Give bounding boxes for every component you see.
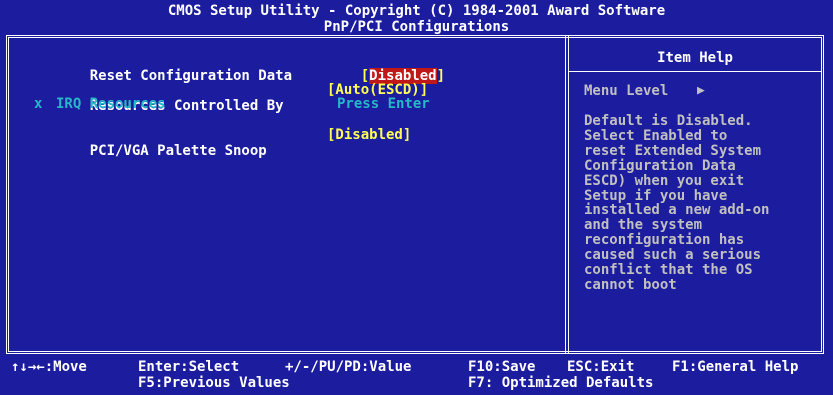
help-text: Default is Disabled. Select Enabled to r… [584, 113, 770, 293]
key-optimized-defaults: F7: Optimized Defaults [468, 375, 654, 391]
bios-screen: CMOS Setup Utility - Copyright (C) 1984-… [0, 0, 833, 395]
disabled-marker: x [34, 96, 43, 112]
page-title: PnP/PCI Configurations [323, 19, 510, 35]
key-move: ↑↓→←:Move [11, 359, 87, 375]
help-header-divider [569, 71, 821, 72]
setting-value-irq-resources: Press Enter [337, 96, 430, 112]
key-general-help: F1:General Help [672, 359, 799, 375]
key-save: F10:Save [468, 359, 536, 375]
title-bar: CMOS Setup Utility - Copyright (C) 1984-… [0, 0, 833, 40]
key-legend: ↑↓→←:Move Enter:Select +/-/PU/PD:Value F… [0, 356, 833, 395]
setting-irq-resources: IRQ Resources [56, 96, 166, 112]
setting-label: PCI/VGA Palette Snoop [89, 143, 267, 159]
bracket-close: ] [436, 68, 446, 84]
right-triangle-icon: ▶ [697, 83, 705, 98]
item-help-title: Item Help [657, 50, 733, 66]
key-value: +/-/PU/PD:Value [285, 359, 412, 375]
app-title: CMOS Setup Utility - Copyright (C) 1984-… [167, 3, 666, 19]
key-select: Enter:Select [138, 359, 240, 375]
menu-level-label: Menu Level [584, 83, 669, 99]
setting-pci-vga-palette-snoop[interactable]: PCI/VGA Palette Snoop [56, 127, 267, 175]
setting-value-pci-vga-palette-snoop[interactable]: [Disabled] [327, 127, 411, 143]
key-previous-values: F5:Previous Values [138, 375, 290, 391]
panel-divider [565, 35, 569, 354]
key-exit: ESC:Exit [567, 359, 635, 375]
